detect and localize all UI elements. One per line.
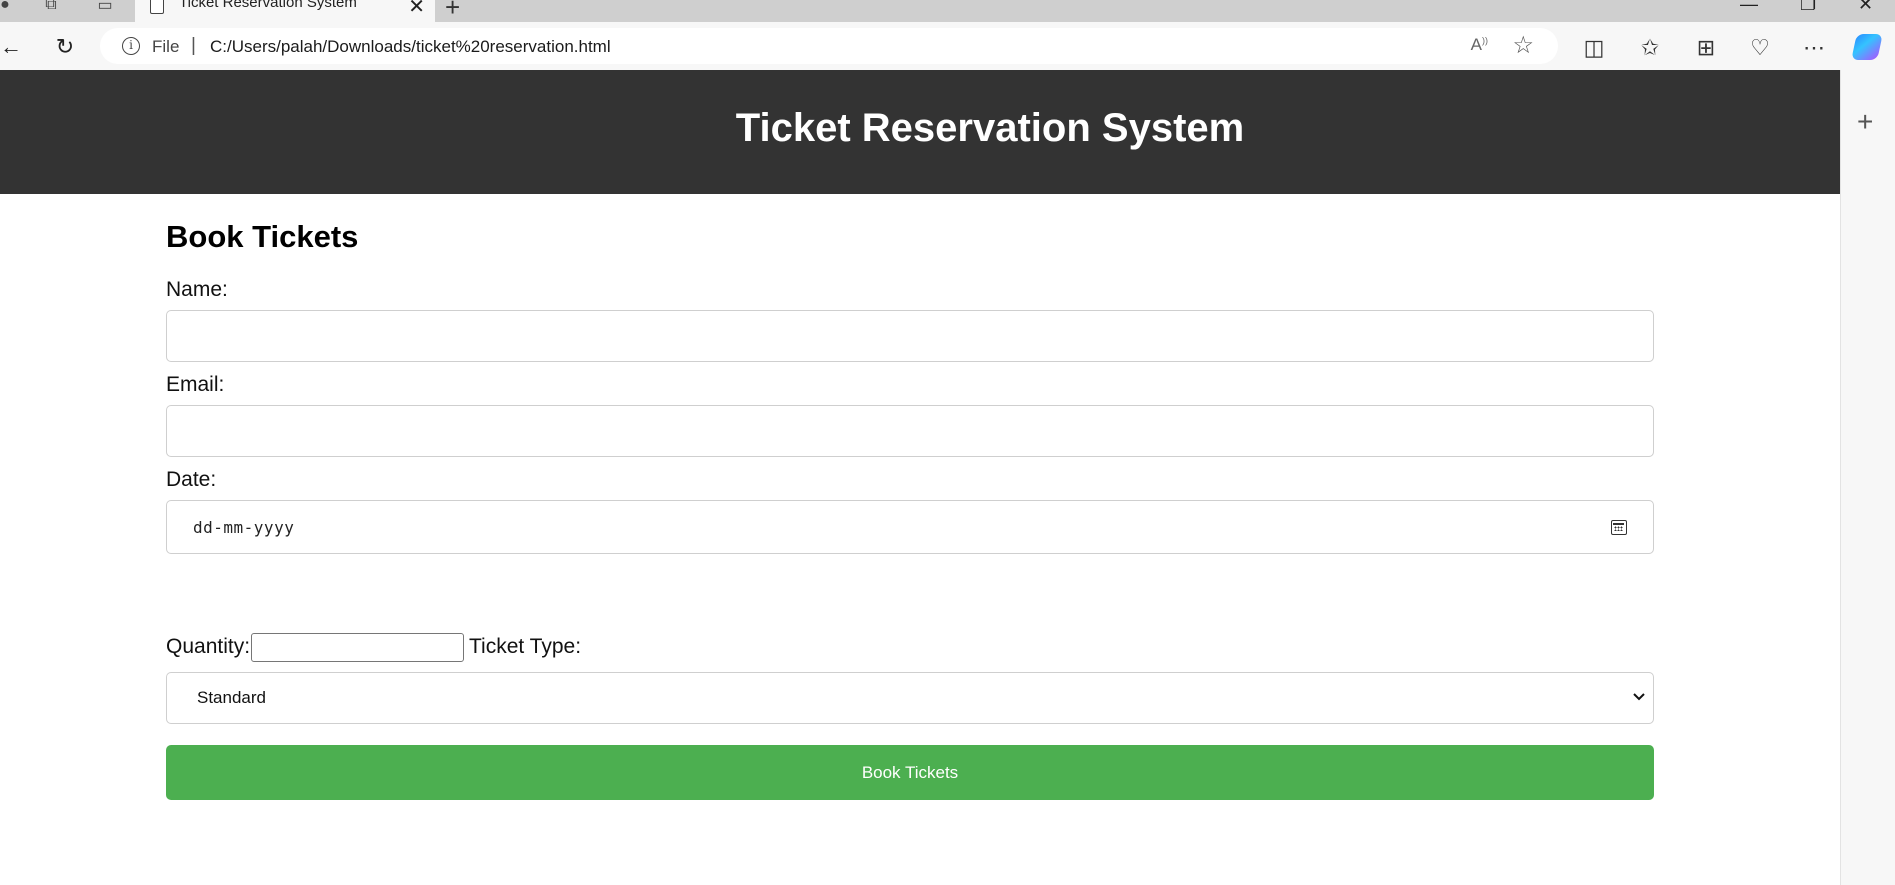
favorites-icon[interactable]: ✩ <box>1636 34 1664 62</box>
name-input[interactable] <box>166 310 1654 362</box>
ticket-type-selected: Standard <box>197 688 266 707</box>
email-input[interactable] <box>166 405 1654 457</box>
profile-icon[interactable]: ● <box>0 0 16 16</box>
sidebar-add-icon[interactable]: + <box>1857 108 1873 136</box>
address-bar[interactable]: i File | C:/Users/palah/Downloads/ticket… <box>100 28 1558 64</box>
date-label: Date: <box>166 468 217 491</box>
url-text[interactable]: C:/Users/palah/Downloads/ticket%20reserv… <box>210 37 611 57</box>
browser-sidebar: + <box>1840 70 1895 885</box>
browser-toolbar: ← ↻ i File | C:/Users/palah/Downloads/ti… <box>0 22 1895 70</box>
page-viewport: Ticket Reservation System Book Tickets N… <box>0 70 1840 885</box>
site-header: Ticket Reservation System <box>0 70 1840 194</box>
date-placeholder: dd-mm-yyyy <box>193 518 295 537</box>
vertical-tabs-icon[interactable]: ▭ <box>94 0 116 16</box>
browser-essentials-icon[interactable]: ♡ <box>1746 34 1774 62</box>
calendar-icon[interactable] <box>1611 520 1627 535</box>
form-heading: Book Tickets <box>166 219 359 254</box>
browser-tab-strip: ● ⧉ ▭ Ticket Reservation System ✕ + — ❐ … <box>0 0 1895 22</box>
chevron-down-icon <box>1629 685 1649 709</box>
collections-icon[interactable]: ⊞ <box>1692 34 1720 62</box>
ticket-type-select[interactable]: Standard <box>166 672 1654 724</box>
quantity-row: Quantity: Ticket Type: <box>166 633 1654 665</box>
tab-title: Ticket Reservation System <box>179 0 357 11</box>
close-tab-icon[interactable]: ✕ <box>408 0 425 19</box>
minimize-icon[interactable]: — <box>1740 0 1758 15</box>
email-label: Email: <box>166 373 225 396</box>
ticket-type-label: Ticket Type: <box>469 635 582 658</box>
address-separator: | <box>191 35 196 56</box>
name-label: Name: <box>166 278 228 301</box>
close-window-icon[interactable]: ✕ <box>1858 0 1873 15</box>
favorite-star-icon[interactable]: ☆ <box>1512 31 1534 60</box>
new-tab-button[interactable]: + <box>445 0 460 23</box>
refresh-icon[interactable]: ↻ <box>50 32 80 62</box>
site-title: Ticket Reservation System <box>735 105 1245 150</box>
scheme-label: File <box>152 37 180 56</box>
browser-tab-active[interactable]: Ticket Reservation System ✕ <box>135 0 435 22</box>
more-options-icon[interactable]: ⋯ <box>1800 34 1828 62</box>
quantity-label: Quantity: <box>166 635 251 658</box>
workspaces-icon[interactable]: ⧉ <box>40 0 62 16</box>
back-icon[interactable]: ← <box>0 32 26 62</box>
quantity-input[interactable] <box>251 633 464 662</box>
page-icon <box>150 0 164 14</box>
restore-icon[interactable]: ❐ <box>1800 0 1816 15</box>
read-aloud-icon[interactable]: A)) <box>1471 35 1488 55</box>
info-icon[interactable]: i <box>122 37 140 55</box>
book-tickets-button[interactable]: Book Tickets <box>166 745 1654 800</box>
date-input[interactable]: dd-mm-yyyy <box>166 500 1654 554</box>
split-screen-icon[interactable]: ◫ <box>1580 34 1608 62</box>
